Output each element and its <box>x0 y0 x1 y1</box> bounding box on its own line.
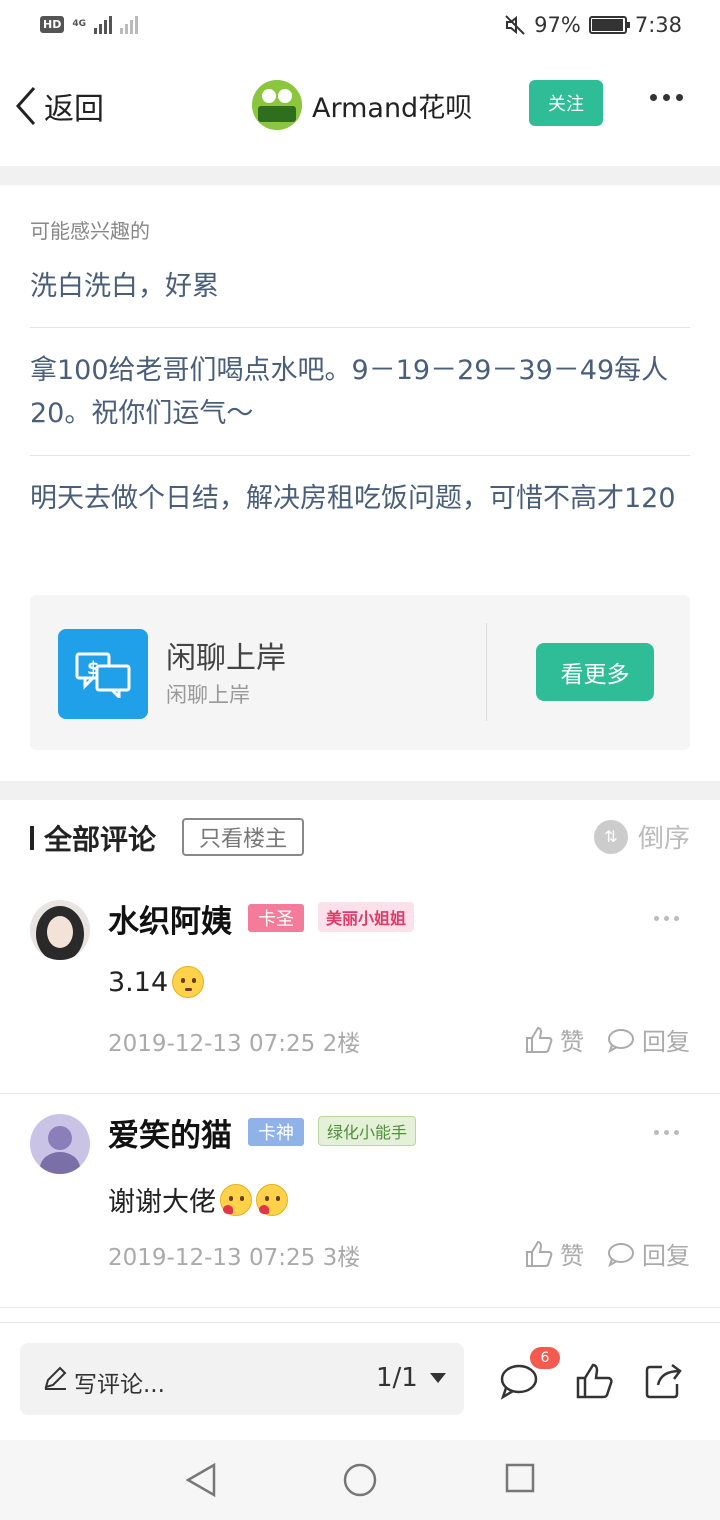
section-divider <box>0 781 720 800</box>
only-host-button[interactable]: 只看楼主 <box>182 818 304 856</box>
level-badge: 卡圣 <box>248 904 304 932</box>
follow-button[interactable]: 关注 <box>529 80 603 126</box>
recommendations: 可能感兴趣的 洗白洗白，好累 拿100给老哥们喝点水吧。9－19－29－39－4… <box>0 185 720 781</box>
sort-order-label: 倒序 <box>637 824 690 854</box>
thumb-up-icon <box>526 1026 553 1053</box>
commenter-name[interactable]: 水织阿姨 <box>108 896 232 941</box>
status-right: 97% 7:38 <box>504 13 682 37</box>
comment-actions: 赞 回复 <box>524 1022 690 1057</box>
comment-floor: 3楼 <box>322 1245 361 1271</box>
divider <box>30 455 690 456</box>
comment-meta: 2019-12-13 07:25 3楼 <box>108 1238 360 1272</box>
level-badge: 卡神 <box>248 1118 304 1146</box>
header-accent-bar <box>30 826 34 850</box>
divider <box>0 1307 720 1308</box>
speech-bubble-icon <box>608 1242 634 1267</box>
recommended-post[interactable]: 拿100给老哥们喝点水吧。9－19－29－39－49每人20。祝你们运气～ <box>30 349 690 435</box>
write-comment-placeholder: 写评论... <box>74 1372 165 1398</box>
more-options-icon[interactable] <box>650 94 683 101</box>
battery-fill <box>591 19 623 31</box>
comment-body: 3.14 <box>108 966 169 998</box>
logo-icon <box>252 80 302 130</box>
chevron-left-icon <box>15 87 36 125</box>
comment-item: 水织阿姨 卡圣 美丽小姐姐 3.14 2019-12-13 07:25 2楼 赞… <box>0 880 720 1094</box>
battery-icon <box>588 16 630 34</box>
more-options-icon[interactable] <box>654 916 679 921</box>
sort-icon: ⇅ <box>593 819 628 854</box>
commenter-name[interactable]: 爱笑的猫 <box>108 1110 232 1155</box>
section-divider <box>0 166 720 185</box>
forum-name: 闲聊上岸 <box>166 641 286 676</box>
recommended-post[interactable]: 洗白洗白，好累 <box>30 265 690 308</box>
nav-home-icon[interactable] <box>342 1462 378 1498</box>
hd-indicator: HD <box>40 15 65 33</box>
comment-text: 谢谢大佬 <box>108 1180 288 1219</box>
mute-icon <box>505 15 525 35</box>
status-left: HD 4G <box>40 14 138 34</box>
thumb-up-icon[interactable] <box>574 1361 614 1401</box>
speech-bubble-icon <box>608 1028 634 1053</box>
forum-subtitle: 闲聊上岸 <box>166 683 250 707</box>
system-navigation-bar <box>0 1440 720 1520</box>
bottom-action-bar: 写评论... 1/1 6 <box>0 1322 720 1440</box>
avatar[interactable] <box>30 900 90 960</box>
thinking-emoji-icon <box>172 966 205 998</box>
author-info[interactable]: Armand花呗 <box>252 80 472 130</box>
like-button[interactable]: 赞 <box>524 1236 584 1271</box>
comment-text: 3.14 <box>108 966 205 998</box>
comments-header: 全部评论 只看楼主 ⇅ 倒序 <box>0 800 720 880</box>
nav-back-icon[interactable] <box>184 1462 218 1498</box>
avatar[interactable] <box>30 1114 90 1174</box>
heart-emoji-icon <box>256 1183 288 1216</box>
recommendations-label: 可能感兴趣的 <box>30 219 150 243</box>
signal-strength-icon <box>94 14 112 34</box>
comment-meta: 2019-12-13 07:25 2楼 <box>108 1024 360 1058</box>
reply-button[interactable]: 回复 <box>606 1236 690 1271</box>
forum-card[interactable]: $ 闲聊上岸 闲聊上岸 看更多 <box>30 595 690 750</box>
svg-text:$: $ <box>87 658 100 679</box>
title-badge: 美丽小姐姐 <box>318 902 415 932</box>
share-icon[interactable] <box>644 1361 684 1401</box>
heart-emoji-icon <box>220 1183 252 1216</box>
comment-time: 2019-12-13 07:25 <box>108 1245 316 1271</box>
like-label: 赞 <box>560 1028 584 1056</box>
comment-item: 爱笑的猫 卡神 绿化小能手 谢谢大佬 2019-12-13 07:25 3楼 赞… <box>0 1094 720 1308</box>
caret-down-icon <box>429 1373 446 1383</box>
back-button[interactable]: 返回 <box>14 84 104 128</box>
back-label: 返回 <box>44 92 104 127</box>
comments-title: 全部评论 <box>44 823 157 856</box>
comment-floor: 2楼 <box>322 1031 361 1057</box>
title-badge: 绿化小能手 <box>318 1116 417 1146</box>
forum-chat-icon: $ <box>58 629 148 719</box>
battery-percent: 97% <box>534 13 581 37</box>
nav-bar: 返回 Armand花呗 关注 <box>0 56 720 166</box>
comment-body: 谢谢大佬 <box>108 1187 216 1218</box>
recommended-post[interactable]: 明天去做个日结，解决房租吃饭问题，可惜不高才120 <box>30 477 690 520</box>
clock: 7:38 <box>634 13 682 37</box>
thumb-up-icon <box>526 1240 553 1267</box>
comment-count-badge: 6 <box>530 1347 560 1369</box>
author-name[interactable]: Armand花呗 <box>312 86 472 125</box>
page-selector[interactable]: 1/1 <box>376 1363 446 1393</box>
author-avatar[interactable] <box>252 80 302 130</box>
reply-label: 回复 <box>642 1242 690 1270</box>
network-type: 4G <box>72 18 86 29</box>
status-bar: HD 4G 97% 7:38 <box>0 0 720 56</box>
comment-actions: 赞 回复 <box>524 1236 690 1271</box>
divider <box>30 327 690 328</box>
reply-label: 回复 <box>642 1028 690 1056</box>
like-label: 赞 <box>560 1242 584 1270</box>
write-comment-field[interactable]: 写评论... 1/1 <box>20 1343 464 1415</box>
see-more-button[interactable]: 看更多 <box>536 643 654 701</box>
pencil-icon <box>44 1366 67 1390</box>
more-options-icon[interactable] <box>654 1130 679 1135</box>
secondary-signal-icon <box>120 14 138 34</box>
divider <box>486 623 487 721</box>
page-indicator: 1/1 <box>376 1363 418 1393</box>
nav-recents-icon[interactable] <box>504 1462 536 1494</box>
reply-button[interactable]: 回复 <box>606 1022 690 1057</box>
sort-order-button[interactable]: ⇅ 倒序 <box>593 818 690 855</box>
comment-time: 2019-12-13 07:25 <box>108 1031 316 1057</box>
like-button[interactable]: 赞 <box>524 1022 584 1057</box>
